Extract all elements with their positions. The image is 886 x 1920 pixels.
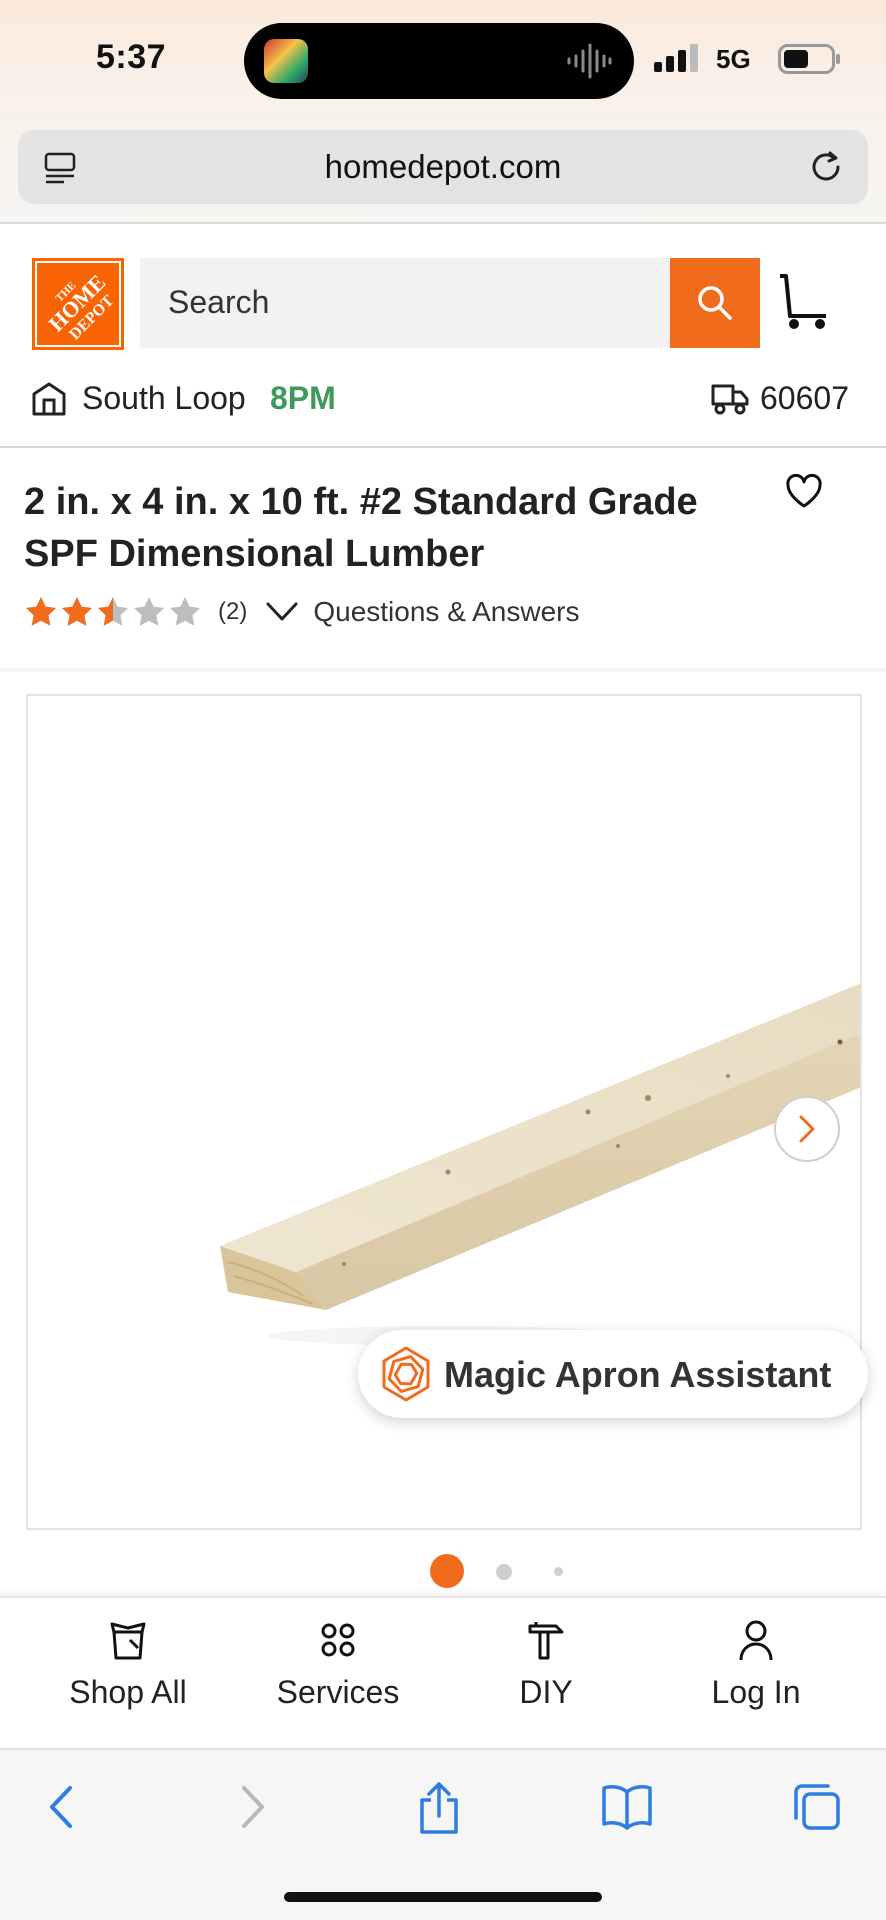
delivery-zip[interactable]: 60607 <box>760 380 849 417</box>
reload-icon[interactable] <box>806 147 846 187</box>
nav-diy[interactable]: DIY <box>446 1618 646 1711</box>
image-pagination[interactable] <box>0 1554 886 1590</box>
search-input[interactable]: Search <box>140 258 670 348</box>
section-divider <box>0 668 886 672</box>
diy-hammer-icon <box>528 1622 564 1660</box>
bottom-nav: Shop All Services DIY Log In <box>0 1596 886 1748</box>
product-title: 2 in. x 4 in. x 10 ft. #2 Standard Grade… <box>24 481 698 575</box>
nav-label: Log In <box>711 1674 801 1710</box>
cart-icon[interactable] <box>776 272 832 332</box>
share-icon[interactable] <box>416 1782 462 1836</box>
home-depot-logo[interactable]: THE HOME DEPOT <box>32 258 124 350</box>
cellular-signal-icon <box>654 44 698 72</box>
tabs-overview-icon[interactable] <box>792 1782 842 1832</box>
url-text[interactable]: homedepot.com <box>18 148 868 186</box>
delivery-truck-icon <box>711 384 749 415</box>
star-icon <box>98 597 128 626</box>
network-type: 5G <box>716 44 751 74</box>
nav-log-in[interactable]: Log In <box>656 1618 856 1711</box>
star-icon <box>26 597 56 626</box>
shop-all-icon <box>110 1622 146 1660</box>
now-playing-artwork <box>264 39 308 83</box>
nav-shop-all[interactable]: Shop All <box>28 1618 228 1711</box>
home-indicator[interactable] <box>284 1892 602 1902</box>
review-count[interactable]: (2) <box>218 598 247 626</box>
favorite-heart-icon[interactable] <box>784 472 824 510</box>
star-rating[interactable] <box>24 595 204 629</box>
assistant-label: Magic Apron Assistant <box>444 1354 832 1395</box>
star-icon <box>170 597 200 626</box>
bookmarks-icon[interactable] <box>600 1782 654 1832</box>
battery-icon <box>778 44 840 74</box>
store-bar[interactable]: South Loop 8PM 60607 <box>0 366 886 448</box>
audio-wave-icon <box>567 43 612 79</box>
dynamic-island[interactable] <box>244 23 634 99</box>
pagination-dot-active[interactable] <box>430 1554 464 1588</box>
forward-icon[interactable] <box>232 1782 272 1832</box>
pagination-dot[interactable] <box>554 1567 563 1576</box>
star-icon <box>134 597 164 626</box>
questions-answers-link[interactable]: Questions & Answers <box>313 596 579 628</box>
nav-services[interactable]: Services <box>238 1618 438 1711</box>
rating-row[interactable]: (2) Questions & Answers <box>24 592 579 632</box>
magic-apron-icon <box>382 1346 430 1402</box>
next-image-button[interactable] <box>774 1096 840 1162</box>
status-time: 5:37 <box>96 38 167 76</box>
search-icon <box>698 286 732 320</box>
back-icon[interactable] <box>42 1782 82 1832</box>
browser-chrome: 5:37 5G homedepot.com <box>0 0 886 224</box>
nav-label: DIY <box>519 1674 573 1710</box>
chevron-down-icon[interactable] <box>265 601 299 623</box>
store-icon <box>32 382 66 416</box>
pagination-dot[interactable] <box>496 1564 512 1580</box>
nav-label: Shop All <box>69 1674 187 1710</box>
safari-toolbar <box>0 1748 886 1920</box>
services-icon <box>321 1623 355 1657</box>
star-icon <box>62 597 92 626</box>
search-button[interactable] <box>670 258 760 348</box>
chevron-right-icon <box>799 1115 815 1143</box>
magic-apron-assistant-button[interactable]: Magic Apron Assistant <box>358 1330 868 1418</box>
address-bar[interactable]: homedepot.com <box>18 130 868 204</box>
nav-label: Services <box>276 1674 400 1710</box>
store-name[interactable]: South Loop <box>82 380 246 417</box>
store-hours: 8PM <box>270 380 336 416</box>
user-icon <box>739 1620 773 1661</box>
search-placeholder: Search <box>168 284 270 320</box>
